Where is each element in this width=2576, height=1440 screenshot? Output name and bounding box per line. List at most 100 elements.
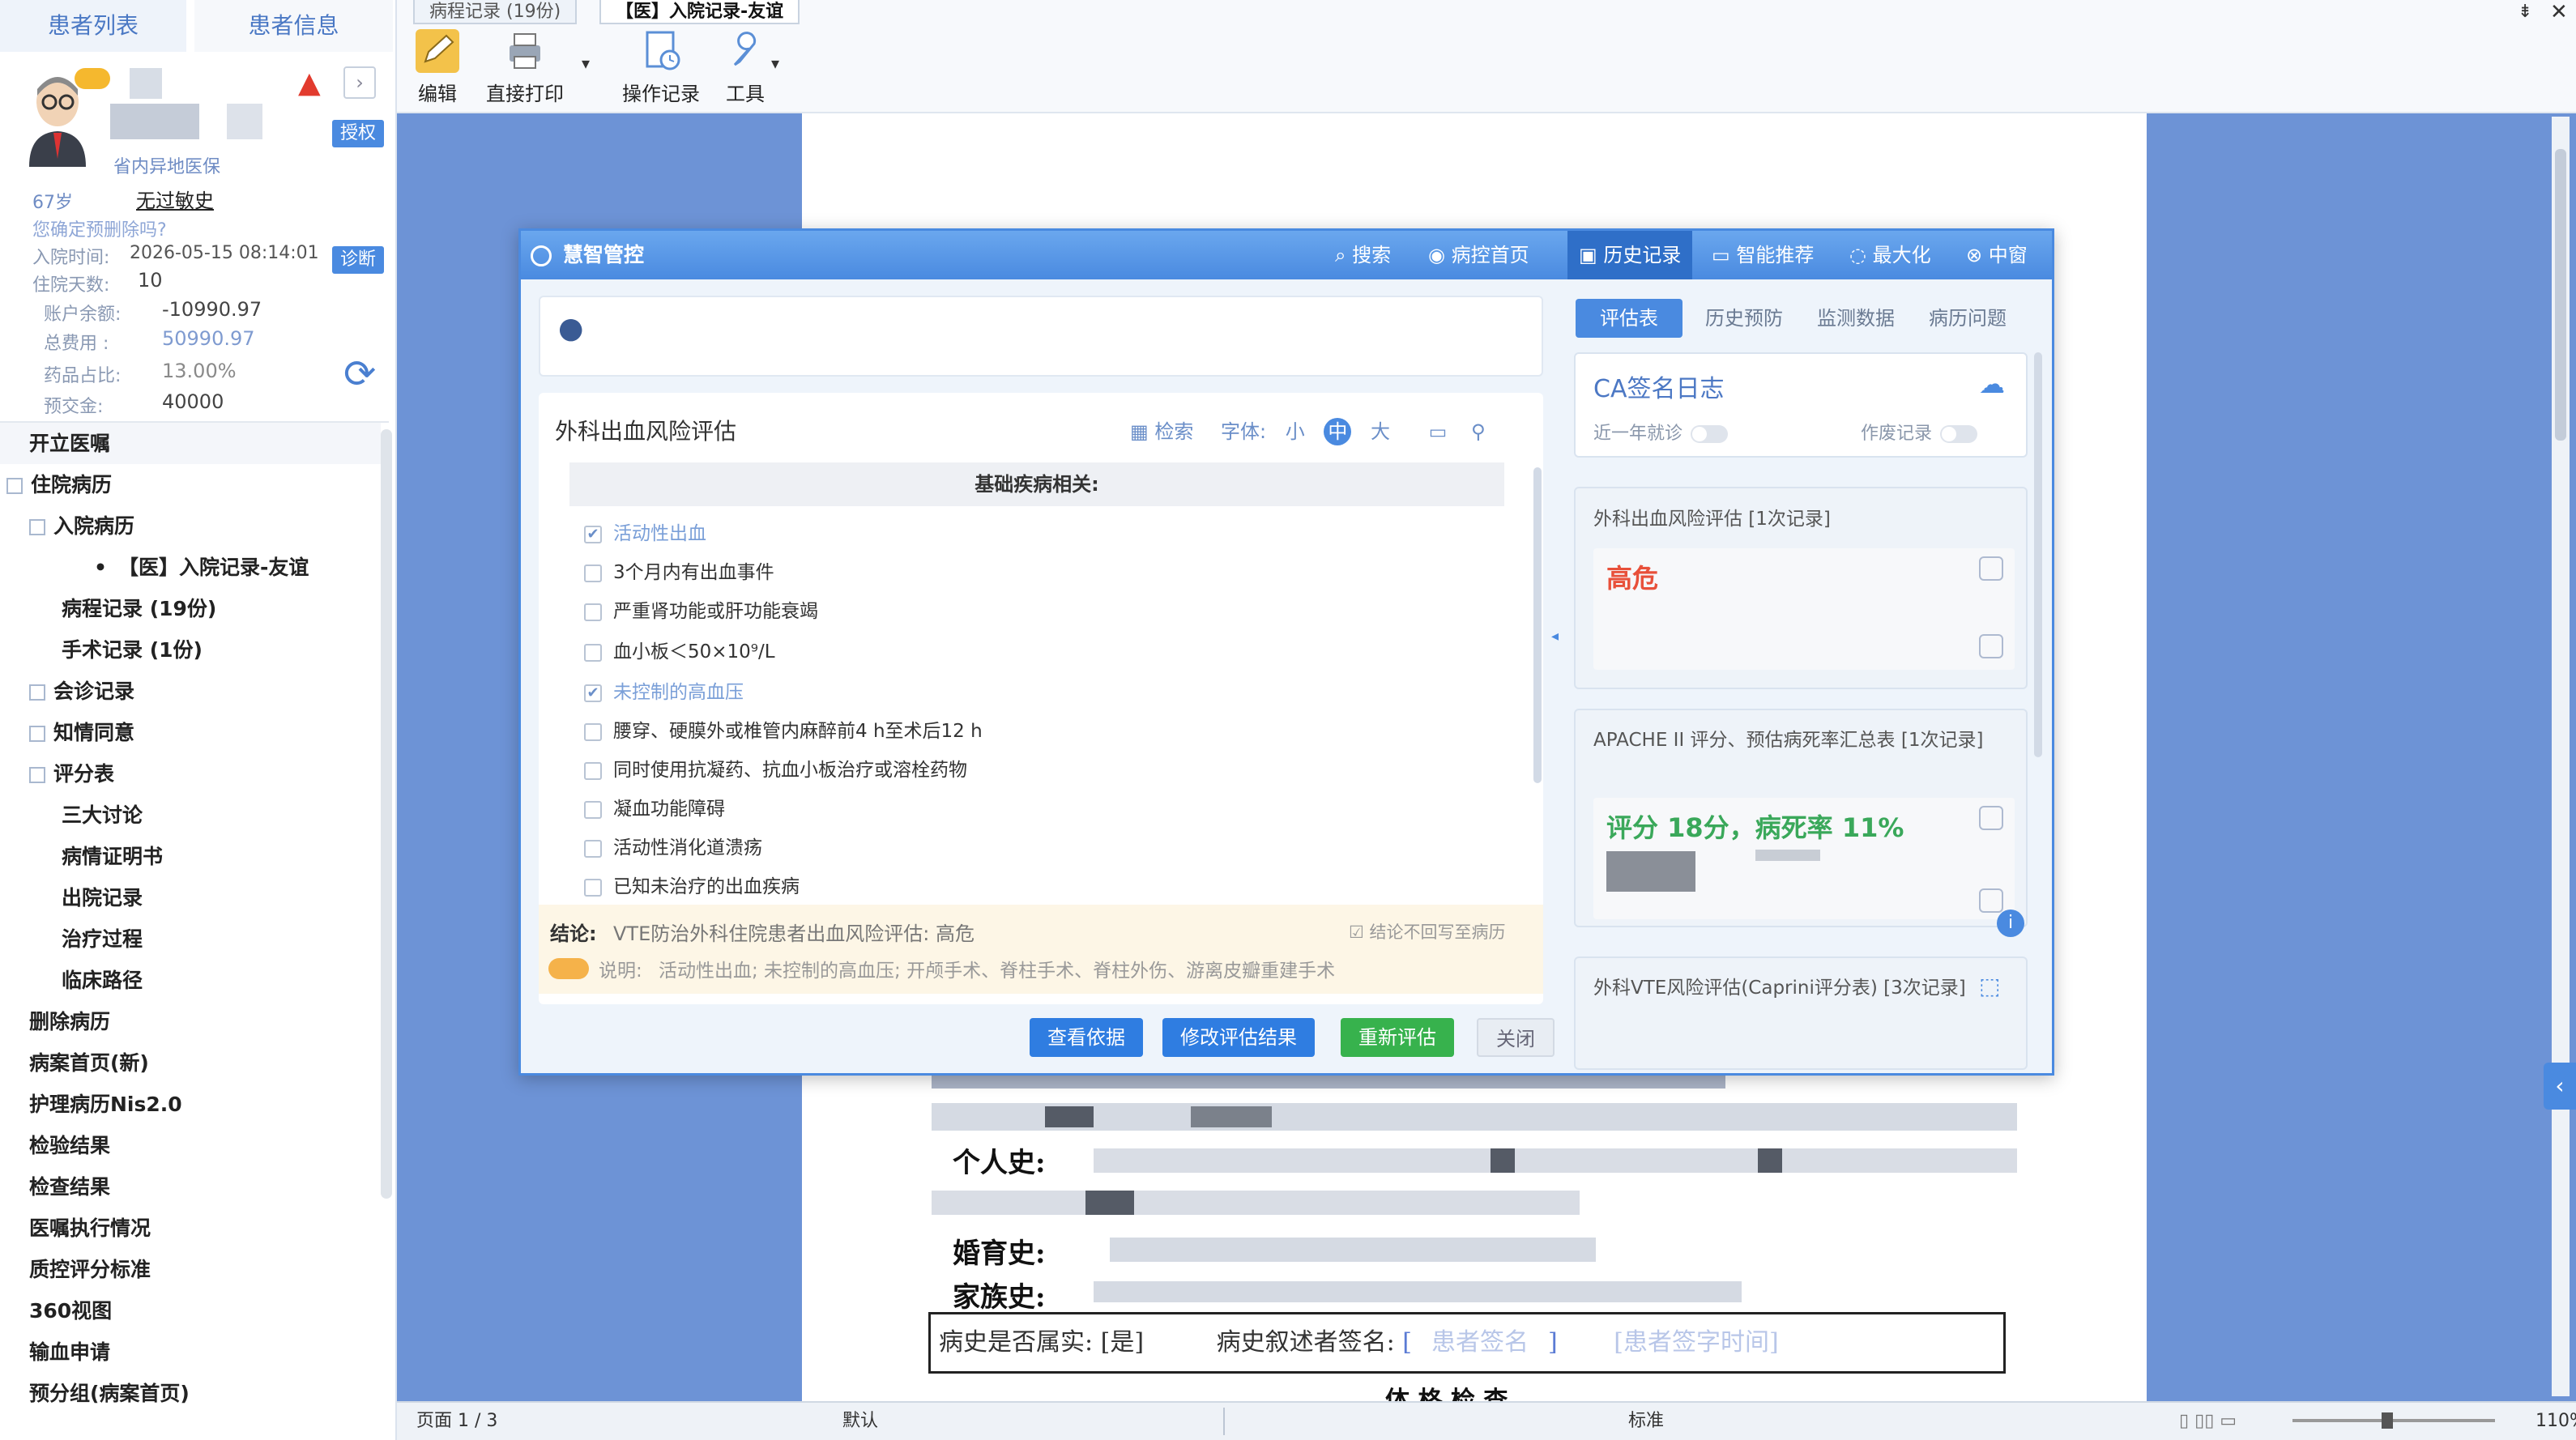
checkbox[interactable]	[584, 603, 602, 621]
refresh-icon[interactable]: ⟳	[343, 351, 376, 397]
tab-monitor-data[interactable]: 监测数据	[1801, 299, 1911, 338]
tab-record-issues[interactable]: 病历问题	[1913, 299, 2023, 338]
nav-case-front-page[interactable]: 病案首页(新)	[0, 1042, 381, 1084]
font-large-button[interactable]: 大	[1371, 420, 1390, 443]
criterion-row[interactable]: 凝血功能障碍	[584, 795, 725, 824]
nav-blood-request[interactable]: 输血申请	[0, 1331, 381, 1373]
reassess-button[interactable]: 重新评估	[1341, 1018, 1454, 1057]
nav-three-discussions[interactable]: 三大讨论	[0, 795, 381, 836]
tab-patient-list[interactable]: 患者列表	[0, 0, 186, 52]
criterion-row[interactable]: ✔ 活动性出血	[584, 519, 706, 548]
right-scrollbar[interactable]	[2552, 117, 2570, 1396]
criterion-row[interactable]: 3个月内有出血事件	[584, 558, 774, 587]
nav-360-view[interactable]: 360视图	[0, 1290, 381, 1331]
collapse-icon[interactable]	[6, 478, 23, 494]
reliability-value[interactable]: [是]	[1101, 1328, 1144, 1357]
nav-treatment-process[interactable]: 治疗过程	[0, 918, 381, 960]
layout-mode[interactable]: 标准	[1628, 1403, 1664, 1440]
checkbox[interactable]	[584, 722, 602, 741]
apache-score-card[interactable]: APACHE II 评分、预估病死率汇总表 [1次记录] 评分 18分，病死率 …	[1574, 709, 2028, 937]
form-scrollbar[interactable]	[1533, 467, 1542, 783]
tools-dropdown-icon[interactable]: ▾	[771, 53, 779, 73]
toggle-switch[interactable]	[548, 958, 589, 979]
signer-field[interactable]: 患者签名	[1431, 1328, 1529, 1357]
tab-progress-notes[interactable]: 病程记录 (19份)	[413, 0, 578, 24]
message-icon[interactable]: ▭	[1429, 420, 1448, 443]
nav-condition-certificate[interactable]: 病情证明书	[0, 836, 381, 877]
void-records-toggle[interactable]: 作废记录	[1861, 419, 1978, 445]
print-button[interactable]: 直接打印	[468, 29, 582, 106]
nav-deleted-records[interactable]: 删除病历	[0, 1001, 381, 1042]
bleeding-risk-card[interactable]: 外科出血风险评估 [1次记录] 高危	[1574, 487, 2028, 689]
panel-splitter[interactable]: ◂	[1551, 628, 1559, 645]
criterion-row[interactable]: 腰穿、硬膜外或椎管内麻醉前4 h至术后12 h	[584, 717, 983, 746]
criterion-row[interactable]: 血小板＜50×10⁹/L	[584, 637, 775, 667]
printer-icon[interactable]	[1979, 888, 2003, 913]
nav-admission-record-youyi[interactable]: • 【医】入院记录-友谊	[0, 547, 381, 588]
tab-assessment[interactable]: 评估表	[1576, 299, 1683, 338]
recent-visits-toggle[interactable]: 近一年就诊	[1593, 419, 1729, 445]
nav-discharge-records[interactable]: 出院记录	[0, 877, 381, 918]
toggle[interactable]	[1691, 425, 1729, 443]
print-dropdown-icon[interactable]: ▾	[582, 53, 590, 73]
chevron-right-icon[interactable]: ›	[343, 66, 376, 99]
criterion-row[interactable]: 同时使用抗凝药、抗血小板治疗或溶栓药物	[584, 756, 967, 785]
nav-progress-notes[interactable]: 病程记录 (19份)	[0, 588, 381, 629]
operation-log-button[interactable]: 操作记录	[604, 29, 718, 106]
nav-lab-results[interactable]: 检验结果	[0, 1125, 381, 1166]
medium-window-button[interactable]: ⊗ 中窗	[1966, 231, 2028, 279]
copy-icon[interactable]	[1979, 556, 2003, 581]
nav-admission-records[interactable]: 入院病历	[0, 505, 381, 547]
expand-icon[interactable]	[29, 726, 45, 742]
view-basis-button[interactable]: 查看依据	[1030, 1018, 1143, 1057]
page-layout-icons[interactable]: ▯ ▯▯ ▭	[2179, 1403, 2237, 1440]
tab-history-prevention[interactable]: 历史预防	[1689, 299, 1799, 338]
maximize-button[interactable]: ◌ 最大化	[1849, 231, 1931, 279]
font-medium-button[interactable]: 中	[1324, 418, 1352, 445]
checkbox[interactable]	[584, 800, 602, 819]
nav-order-execution[interactable]: 医嘱执行情况	[0, 1208, 381, 1249]
modify-result-button[interactable]: 修改评估结果	[1162, 1018, 1315, 1057]
chart-icon[interactable]: ⬚	[1979, 973, 2000, 999]
nav-exam-results[interactable]: 检查结果	[0, 1166, 381, 1208]
search-button[interactable]: ⌕ 搜索	[1335, 231, 1391, 279]
view-mode[interactable]: 默认	[842, 1403, 878, 1440]
side-expand-icon[interactable]: ‹	[2544, 1063, 2576, 1110]
checkbox[interactable]	[584, 878, 602, 897]
printer-icon[interactable]	[1979, 634, 2003, 658]
checkbox[interactable]	[584, 839, 602, 858]
pin-icon[interactable]: ⇟	[2518, 2, 2532, 22]
close-icon[interactable]: ✕	[2550, 0, 2568, 24]
right-panel-scrollbar[interactable]	[2034, 352, 2042, 757]
criterion-row[interactable]: ✔ 未控制的高血压	[584, 678, 744, 707]
nav-surgery-records[interactable]: 手术记录 (1份)	[0, 629, 381, 671]
tab-admission-record[interactable]: 【医】入院记录-友谊	[599, 0, 800, 24]
warning-icon[interactable]: ▲	[298, 66, 321, 100]
control-home-button[interactable]: ◉ 病控首页	[1428, 231, 1529, 279]
collapse-icon[interactable]	[29, 519, 45, 535]
allergy-status[interactable]: 无过敏史	[136, 185, 214, 213]
vte-caprini-card[interactable]: 外科VTE风险评估(Caprini评分表) [3次记录] ⬚	[1574, 956, 2028, 1070]
criterion-row[interactable]: 已知未治疗的出血疾病	[584, 872, 800, 901]
criterion-row[interactable]: 活动性消化道溃疡	[584, 833, 762, 863]
checkbox[interactable]	[584, 564, 602, 582]
expand-icon[interactable]	[29, 684, 45, 701]
nav-pre-grouping[interactable]: 预分组(病案首页)	[0, 1373, 381, 1414]
history-button[interactable]: ▣ 历史记录	[1567, 231, 1693, 279]
font-small-button[interactable]: 小	[1286, 420, 1305, 443]
pin-icon[interactable]: ⚲	[1471, 420, 1486, 443]
nav-consultation[interactable]: 会诊记录	[0, 671, 381, 712]
nav-open-orders[interactable]: 开立医嘱	[0, 423, 381, 464]
sign-time-field[interactable]: [患者签字时间]	[1614, 1328, 1778, 1357]
recommend-button[interactable]: ▭ 智能推荐	[1712, 231, 1814, 279]
delete-confirm-link[interactable]: 您确定预删除吗?	[32, 215, 167, 241]
nav-qc-scoring[interactable]: 质控评分标准	[0, 1249, 381, 1290]
diagnosis-button[interactable]: 诊断	[332, 246, 384, 274]
expand-icon[interactable]	[29, 767, 45, 783]
info-badge-icon[interactable]: i	[1997, 910, 2024, 937]
checkbox[interactable]	[584, 643, 602, 662]
nav-informed-consent[interactable]: 知情同意	[0, 712, 381, 753]
toggle[interactable]	[1940, 425, 1978, 443]
auth-button[interactable]: 授权	[332, 120, 384, 147]
zoom-slider[interactable]	[2292, 1412, 2495, 1429]
